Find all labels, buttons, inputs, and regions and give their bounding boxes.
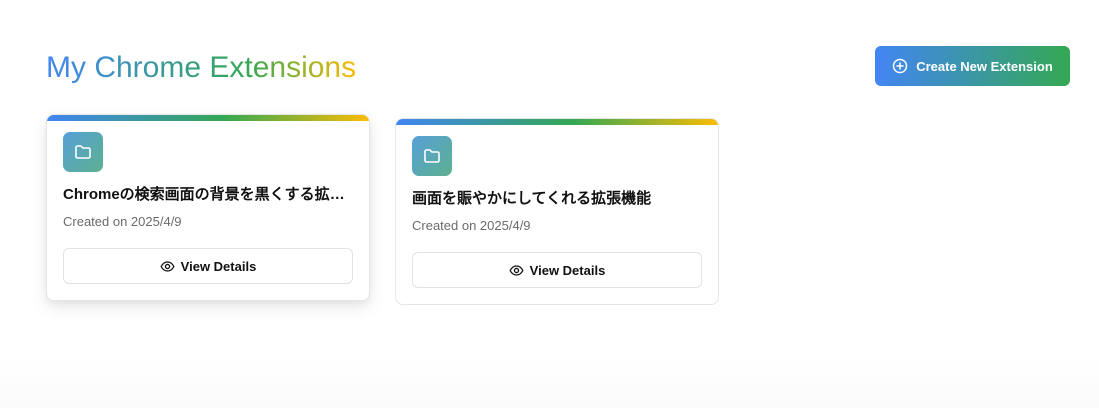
view-details-label: View Details xyxy=(529,262,606,278)
plus-circle-icon xyxy=(892,58,908,74)
folder-icon xyxy=(412,136,452,176)
eye-icon xyxy=(160,259,175,274)
extension-card: 画面を賑やかにしてくれる拡張機能 Created on 2025/4/9 Vie… xyxy=(395,118,719,305)
create-new-extension-button[interactable]: Create New Extension xyxy=(875,46,1070,86)
page-title: My Chrome Extensions xyxy=(46,48,356,88)
view-details-button[interactable]: View Details xyxy=(63,248,353,284)
extension-created-date: Created on 2025/4/9 xyxy=(63,214,182,229)
extension-name: 画面を賑やかにしてくれる拡張機能 xyxy=(412,190,652,207)
view-details-button[interactable]: View Details xyxy=(412,252,702,288)
create-button-label: Create New Extension xyxy=(916,58,1053,74)
folder-icon xyxy=(63,132,103,172)
eye-icon xyxy=(509,263,524,278)
extensions-page: My Chrome Extensions Create New Extensio… xyxy=(0,0,1099,408)
extension-created-date: Created on 2025/4/9 xyxy=(412,218,531,233)
view-details-label: View Details xyxy=(180,258,257,274)
extension-name: Chromeの検索画面の背景を黒くする拡張機能 xyxy=(63,186,353,203)
extension-card: Chromeの検索画面の背景を黒くする拡張機能 Created on 2025/… xyxy=(46,114,370,301)
